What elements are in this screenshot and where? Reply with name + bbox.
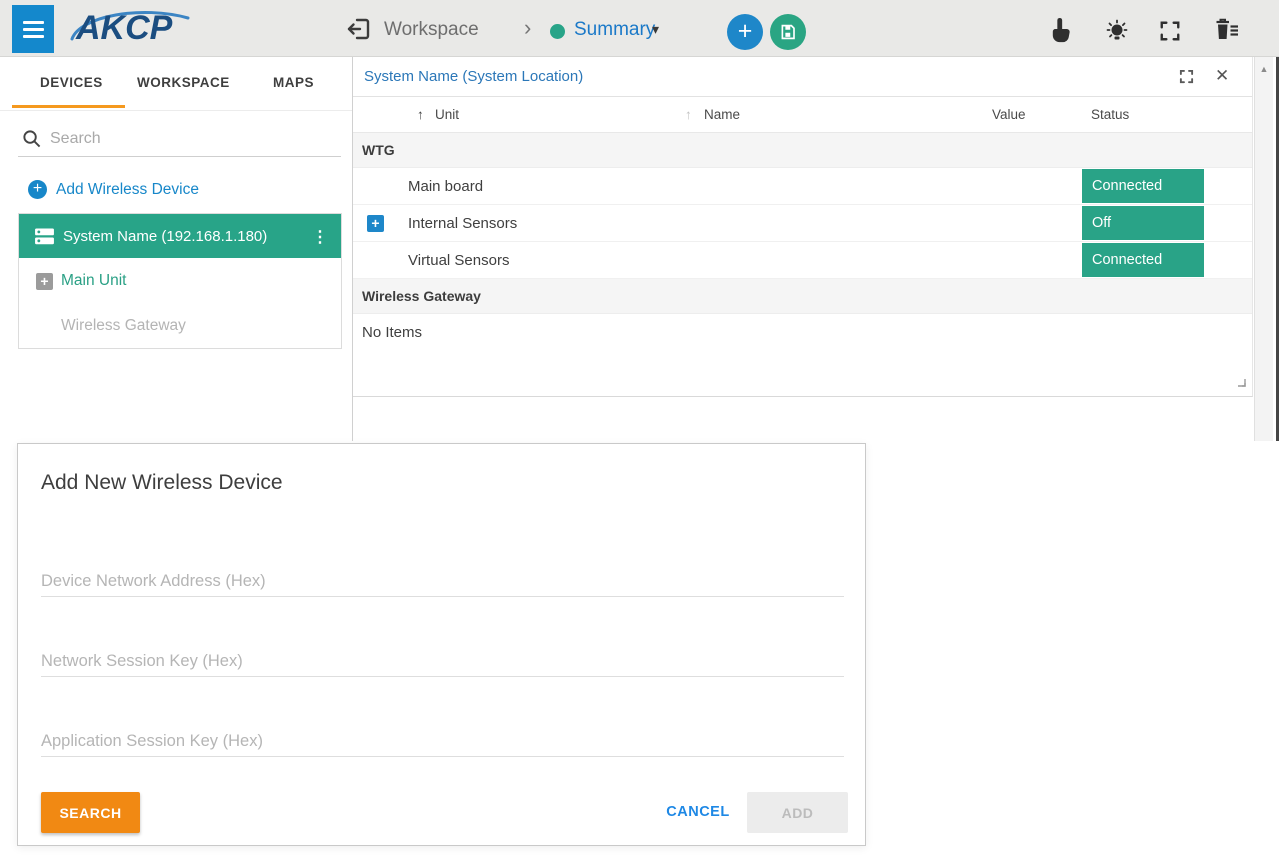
server-icon [35,227,54,244]
save-workspace-button[interactable] [770,14,806,50]
top-bar: AKCP Workspace › Summary ▾ + [0,0,1279,57]
main-unit-label: Main Unit [61,272,127,289]
status-badge[interactable]: Connected [1082,169,1204,203]
empty-group-message: No Items [362,323,423,341]
table-row[interactable]: Virtual Sensors Connected [353,242,1252,279]
panel-header: System Name (System Location) ✕ [353,57,1252,97]
active-tab-indicator [12,105,125,108]
tab-devices[interactable]: DEVICES [40,75,103,90]
column-status[interactable]: Status [1091,107,1129,122]
network-session-key-field-wrap [41,647,844,677]
column-name[interactable]: Name [704,107,740,122]
dialog-title: Add New Wireless Device [41,471,283,494]
table-row[interactable]: Main board Connected [353,168,1252,205]
network-session-key-input[interactable] [41,647,844,677]
device-network-address-field-wrap [41,567,844,597]
caret-down-icon[interactable]: ▾ [652,21,659,38]
chevron-right-icon: › [524,15,532,40]
summary-panel: System Name (System Location) ✕ ↑ Unit ↑… [353,57,1253,397]
status-badge[interactable]: Off [1082,206,1204,240]
device-item-system-name[interactable]: System Name (192.168.1.180) ⋮ [19,214,341,258]
device-tree: System Name (192.168.1.180) ⋮ + Main Uni… [18,213,342,349]
akcp-app: AKCP Workspace › Summary ▾ + DEVICES WOR… [0,0,1279,861]
table-column-header: ↑ Unit ↑ Name Value Status [353,97,1252,133]
application-session-key-field-wrap [41,727,844,757]
search-button[interactable]: SEARCH [41,792,140,833]
device-item-label: System Name (192.168.1.180) [63,227,268,245]
scroll-up-icon[interactable]: ▲ [1255,64,1273,74]
fullscreen-icon[interactable] [1159,20,1181,47]
touch-tool-icon[interactable] [1049,17,1073,49]
column-unit[interactable]: Unit [435,107,459,122]
expand-plus-icon[interactable]: + [367,215,384,232]
trash-list-icon[interactable] [1213,16,1240,48]
tree-item-wireless-gateway[interactable]: Wireless Gateway [19,304,341,348]
add-wireless-device-dialog: Add New Wireless Device SEARCH CANCEL AD… [17,443,866,846]
application-session-key-input[interactable] [41,727,844,757]
row-name: Internal Sensors [408,215,518,232]
add-button[interactable]: ADD [747,792,848,833]
column-value[interactable]: Value [992,107,1026,122]
scrollbar[interactable]: ▲ [1254,57,1273,441]
breadcrumb-workspace[interactable]: Workspace [384,19,479,41]
sort-asc-icon[interactable]: ↑ [417,107,424,122]
device-search [18,121,341,157]
logo-text: AKCP [76,9,173,47]
row-name: Main board [408,178,484,195]
status-dot-icon [550,24,565,39]
add-wireless-device-link[interactable]: Add Wireless Device [56,181,199,199]
save-icon [781,24,795,40]
group-header-wtg: WTG [353,133,1252,168]
cancel-button[interactable]: CANCEL [658,798,738,826]
search-input[interactable] [50,125,330,153]
group-header-wireless-gateway: Wireless Gateway [353,279,1252,314]
tab-maps[interactable]: MAPS [273,75,314,90]
plus-icon: + [737,16,753,45]
row-name: Virtual Sensors [408,252,510,269]
device-network-address-input[interactable] [41,567,844,597]
highlight-bulb-icon[interactable] [1104,17,1130,49]
akcp-logo: AKCP [62,6,222,52]
expand-plus-icon[interactable]: + [36,272,53,290]
panel-fullscreen-icon[interactable] [1179,69,1194,89]
resize-handle-icon[interactable] [1237,374,1246,392]
panel-close-icon[interactable]: ✕ [1215,66,1229,86]
breadcrumb-summary[interactable]: Summary [574,19,655,41]
wireless-gateway-label: Wireless Gateway [61,317,186,334]
add-workspace-button[interactable]: + [727,14,763,50]
menu-icon[interactable] [12,5,54,53]
panel-title: System Name (System Location) [364,68,584,85]
sort-asc-icon[interactable]: ↑ [685,107,692,122]
tree-item-main-unit[interactable]: + Main Unit [19,258,341,304]
kebab-menu-icon[interactable]: ⋮ [312,227,328,247]
status-badge[interactable]: Connected [1082,243,1204,277]
search-icon [23,130,41,148]
tab-workspace[interactable]: WORKSPACE [137,75,230,90]
tabs-divider [0,110,352,111]
table-row[interactable]: + Internal Sensors Off [353,205,1252,242]
exit-workspace-icon[interactable] [346,18,370,45]
add-wireless-plus-icon[interactable]: + [28,180,47,199]
